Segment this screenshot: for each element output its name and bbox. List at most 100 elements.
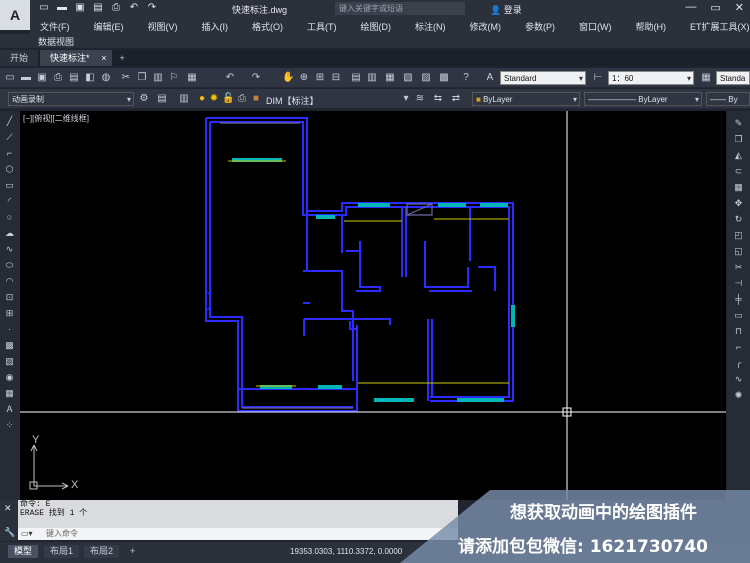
gear-icon[interactable]: ⚙ xyxy=(138,93,150,105)
dim-style-select[interactable]: 1：60 ▾ xyxy=(608,71,694,85)
save-as-icon[interactable]: ▤ xyxy=(92,2,104,14)
close-tab-icon[interactable]: × xyxy=(101,50,106,66)
new-file-icon[interactable]: ▭ xyxy=(38,2,50,14)
hatch-icon[interactable]: ▩ xyxy=(3,339,16,352)
menu-dimension[interactable]: 标注(N) xyxy=(415,20,446,33)
array-icon[interactable]: ▦ xyxy=(732,181,745,194)
revcloud-icon[interactable]: ☁ xyxy=(3,227,16,240)
quickcalc-icon[interactable]: ▩ xyxy=(438,72,450,84)
join-icon[interactable]: ⊓ xyxy=(732,325,745,338)
undo-icon[interactable]: ↶ xyxy=(224,72,236,84)
menu-edit[interactable]: 编辑(E) xyxy=(94,20,124,33)
rectangle-icon[interactable]: ▭ xyxy=(3,179,16,192)
scale-icon[interactable]: ◰ xyxy=(732,229,745,242)
layer-previous-icon[interactable]: ⇆ xyxy=(432,93,444,105)
command-input[interactable]: ▭▾ 键入命令 xyxy=(18,528,458,540)
block-editor-icon[interactable]: ▦ xyxy=(186,72,198,84)
close-icon[interactable]: ✕ xyxy=(4,503,12,514)
zoom-realtime-icon[interactable]: ⊕ xyxy=(298,72,310,84)
extend-icon[interactable]: ⊣ xyxy=(732,277,745,290)
menu-tools[interactable]: 工具(T) xyxy=(307,20,337,33)
tab-layout1[interactable]: 布局1 xyxy=(44,545,80,558)
print-icon[interactable]: ⎙ xyxy=(110,2,122,14)
add-layout-button[interactable]: + xyxy=(124,545,141,558)
properties-icon[interactable]: ▤ xyxy=(350,72,362,84)
help-icon[interactable]: ? xyxy=(460,72,472,84)
arc-icon[interactable]: ◜ xyxy=(3,195,16,208)
sun-icon[interactable]: ✹ xyxy=(208,93,220,105)
move-icon[interactable]: ✥ xyxy=(732,197,745,210)
tab-start[interactable]: 开始 xyxy=(0,50,39,66)
search-input[interactable]: 键入关键字或短语 xyxy=(335,2,465,15)
paste-icon[interactable]: ▥ xyxy=(152,72,164,84)
table-icon[interactable]: ▦ xyxy=(3,387,16,400)
undo-icon[interactable]: ↶ xyxy=(128,2,140,14)
preview-icon[interactable]: ▤ xyxy=(68,72,80,84)
add-selected-icon[interactable]: ⁘ xyxy=(3,419,16,432)
menu-format[interactable]: 格式(O) xyxy=(252,20,283,33)
polygon-icon[interactable]: ⬡ xyxy=(3,163,16,176)
point-icon[interactable]: · xyxy=(3,323,16,336)
dropdown-icon[interactable]: ▾ xyxy=(400,93,412,105)
table-style-select[interactable]: Standa xyxy=(716,71,750,85)
lineweight-select[interactable]: ―― By xyxy=(706,92,750,106)
gradient-icon[interactable]: ▧ xyxy=(3,355,16,368)
sheet-set-icon[interactable]: ▧ xyxy=(402,72,414,84)
minimize-icon[interactable]: — xyxy=(685,1,696,14)
polyline-icon[interactable]: ⌐ xyxy=(3,147,16,160)
menu-view[interactable]: 视图(V) xyxy=(148,20,178,33)
mirror-icon[interactable]: ◭ xyxy=(732,149,745,162)
tab-model[interactable]: 模型 xyxy=(8,545,39,558)
layer-manager-icon[interactable]: ▥ xyxy=(178,93,190,105)
cut-icon[interactable]: ✂ xyxy=(120,72,132,84)
layer-state-icon[interactable]: ⇄ xyxy=(450,93,462,105)
menu-modify[interactable]: 修改(M) xyxy=(470,20,502,33)
zoom-window-icon[interactable]: ⊞ xyxy=(314,72,326,84)
break-icon[interactable]: ▭ xyxy=(732,309,745,322)
redo-icon[interactable]: ↷ xyxy=(250,72,262,84)
insert-block-icon[interactable]: ⊡ xyxy=(3,291,16,304)
menu-window[interactable]: 窗口(W) xyxy=(579,20,612,33)
open-icon[interactable]: ▬ xyxy=(20,72,32,84)
menu-data-view[interactable]: 数据视图 xyxy=(38,35,74,48)
mtext-icon[interactable]: A xyxy=(3,403,16,416)
close-icon[interactable]: ✕ xyxy=(735,1,744,14)
copy-object-icon[interactable]: ❐ xyxy=(732,133,745,146)
menu-draw[interactable]: 绘图(D) xyxy=(361,20,392,33)
menu-insert[interactable]: 插入(I) xyxy=(202,20,229,33)
ellipse-arc-icon[interactable]: ◠ xyxy=(3,275,16,288)
menu-parametric[interactable]: 参数(P) xyxy=(525,20,555,33)
stretch-icon[interactable]: ◱ xyxy=(732,245,745,258)
layer-name[interactable]: DIM【标注】 xyxy=(266,94,319,107)
pan-icon[interactable]: ✋ xyxy=(282,72,294,84)
linetype-select[interactable]: ―――――― ByLayer ▾ xyxy=(584,92,702,106)
menu-help[interactable]: 帮助(H) xyxy=(636,20,667,33)
text-style-select[interactable]: Standard ▾ xyxy=(500,71,586,85)
save-icon[interactable]: ▣ xyxy=(36,72,48,84)
explode-icon[interactable]: ✺ xyxy=(732,389,745,402)
make-current-icon[interactable]: ≋ xyxy=(414,93,426,105)
make-block-icon[interactable]: ⊞ xyxy=(3,307,16,320)
region-icon[interactable]: ◉ xyxy=(3,371,16,384)
design-center-icon[interactable]: ▥ xyxy=(366,72,378,84)
cloud-icon[interactable]: ◍ xyxy=(100,72,112,84)
ellipse-icon[interactable]: ⬭ xyxy=(3,259,16,272)
zoom-previous-icon[interactable]: ⊟ xyxy=(330,72,342,84)
plot-icon[interactable]: ⎙ xyxy=(52,72,64,84)
viewport-controls[interactable]: [−][俯视][二维线框] xyxy=(23,113,89,124)
tab-layout2[interactable]: 布局2 xyxy=(84,545,120,558)
lightbulb-icon[interactable]: ● xyxy=(196,93,208,105)
lock-icon[interactable]: 🔓 xyxy=(222,93,234,105)
tool-palettes-icon[interactable]: ▦ xyxy=(384,72,396,84)
spline-icon[interactable]: ∿ xyxy=(3,243,16,256)
open-file-icon[interactable]: ▬ xyxy=(56,2,68,14)
offset-icon[interactable]: ⊂ xyxy=(732,165,745,178)
break-point-icon[interactable]: ╪ xyxy=(732,293,745,306)
circle-icon[interactable]: ○ xyxy=(3,211,16,224)
blend-icon[interactable]: ∿ xyxy=(732,373,745,386)
erase-icon[interactable]: ✎ xyxy=(732,117,745,130)
wrench-icon[interactable]: 🔧 xyxy=(4,527,15,538)
drawing-canvas[interactable]: [−][俯视][二维线框] Y X xyxy=(20,111,726,500)
publish-icon[interactable]: ◧ xyxy=(84,72,96,84)
command-line-handle[interactable]: ✕ 🔧 xyxy=(0,500,18,541)
